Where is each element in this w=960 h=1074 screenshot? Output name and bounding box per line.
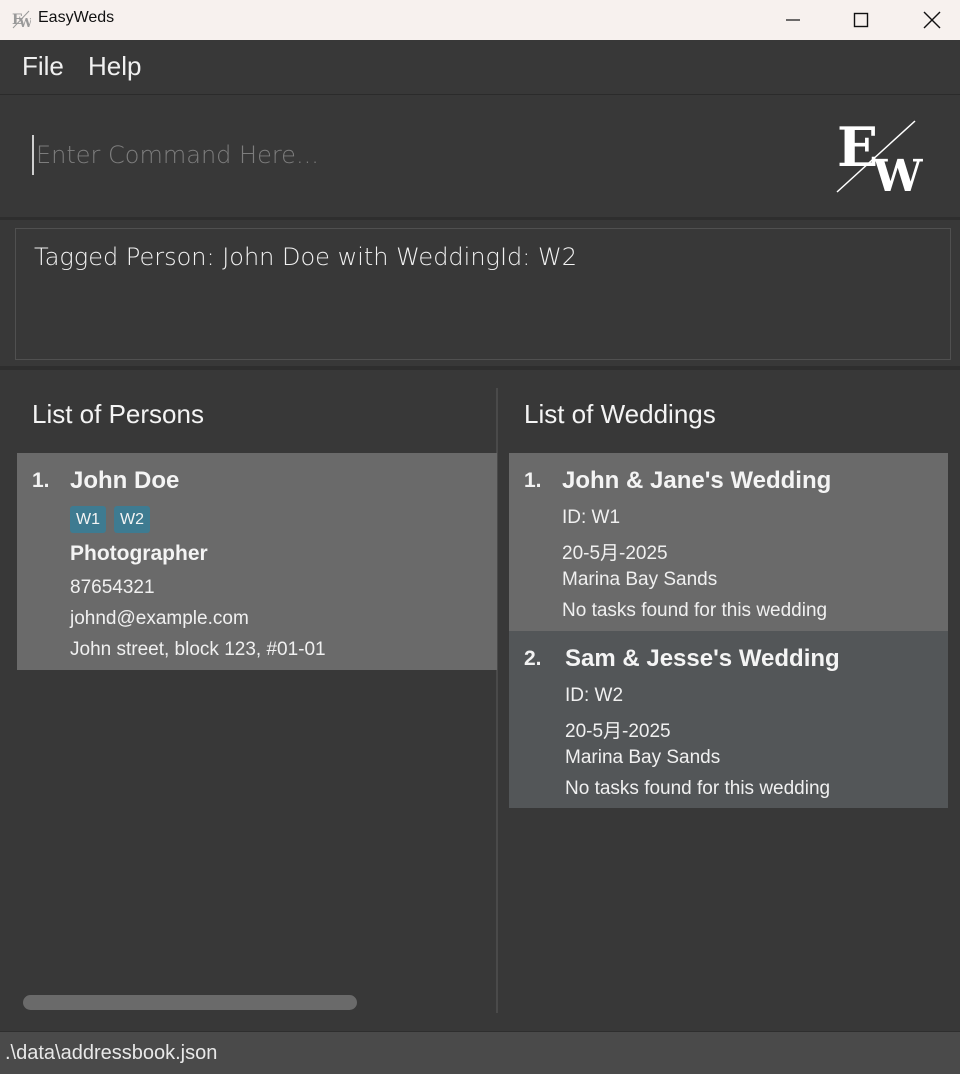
save-location: .\data\addressbook.json [5, 1042, 218, 1064]
result-message: Tagged Person: John Doe with WeddingId: … [34, 243, 577, 271]
menu-help[interactable]: Help [88, 51, 141, 82]
close-button[interactable] [909, 0, 955, 40]
person-email: johnd@example.com [70, 608, 249, 629]
wedding-venue: Marina Bay Sands [565, 747, 721, 768]
command-input[interactable] [32, 135, 796, 175]
menu-bar: File Help [0, 41, 960, 95]
minimize-button[interactable] [770, 0, 816, 40]
tag-badge: W2 [114, 506, 150, 533]
minimize-icon [786, 19, 800, 21]
maximize-icon [853, 12, 869, 28]
person-role: Photographer [70, 542, 208, 565]
svg-text:W: W [18, 16, 31, 29]
wedding-date: 20-5月-2025 [565, 721, 671, 742]
easyweds-logo: E W [836, 118, 923, 194]
wedding-index: 2. [524, 647, 542, 670]
horizontal-scrollbar[interactable] [23, 995, 357, 1010]
wedding-tasks: No tasks found for this wedding [562, 600, 828, 621]
tag-badge: W1 [70, 506, 106, 533]
person-card[interactable]: 1. John Doe W1 W2 Photographer 87654321 … [17, 453, 497, 670]
wedding-index: 1. [524, 469, 542, 492]
person-index: 1. [32, 469, 50, 492]
status-bar: .\data\addressbook.json [0, 1031, 960, 1074]
app-icon: E W [12, 10, 31, 29]
persons-panel-title: List of Persons [32, 399, 204, 429]
menu-file[interactable]: File [22, 51, 64, 82]
wedding-card[interactable]: 1. John & Jane's Wedding ID: W1 20-5月-20… [509, 453, 948, 631]
close-icon [923, 11, 941, 29]
weddings-panel-title: List of Weddings [524, 399, 716, 429]
wedding-name: Sam & Jesse's Wedding [565, 645, 840, 672]
window-title: EasyWeds [38, 9, 115, 26]
wedding-id: ID: W1 [562, 507, 621, 528]
result-display: Tagged Person: John Doe with WeddingId: … [15, 228, 951, 360]
person-name: John Doe [70, 467, 180, 494]
maximize-button[interactable] [838, 0, 884, 40]
wedding-date: 20-5月-2025 [562, 543, 668, 564]
person-address: John street, block 123, #01-01 [70, 639, 326, 660]
svg-text:W: W [872, 151, 923, 194]
command-box [0, 95, 960, 220]
person-phone: 87654321 [70, 577, 155, 598]
wedding-card[interactable]: 2. Sam & Jesse's Wedding ID: W2 20-5月-20… [509, 631, 948, 808]
svg-text:E: E [837, 118, 878, 179]
wedding-name: John & Jane's Wedding [562, 467, 832, 494]
wedding-tasks: No tasks found for this wedding [565, 778, 831, 799]
wedding-venue: Marina Bay Sands [562, 569, 718, 590]
wedding-id: ID: W2 [565, 685, 624, 706]
title-bar: E W EasyWeds [0, 0, 960, 40]
section-divider [0, 366, 960, 370]
